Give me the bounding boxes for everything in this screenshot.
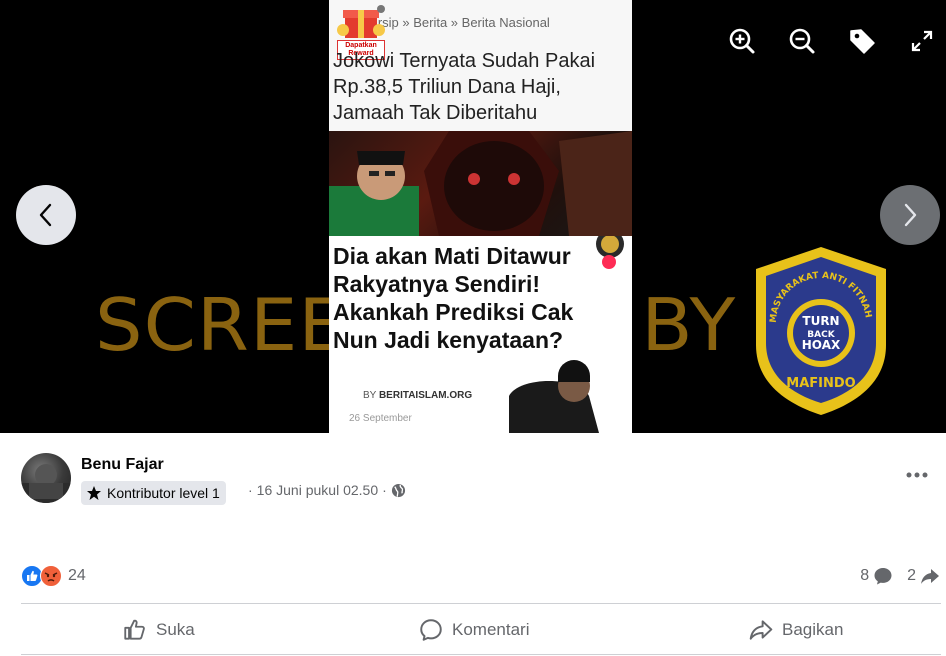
share-icon bbox=[749, 620, 773, 640]
comment-count: 8 bbox=[860, 567, 870, 584]
globe-icon bbox=[391, 483, 405, 497]
meta-separator: · bbox=[248, 482, 253, 498]
post-timestamp[interactable]: 16 Juni pukul 02.50 bbox=[257, 482, 378, 498]
fullscreen-button[interactable] bbox=[906, 25, 938, 57]
meta-separator: · bbox=[382, 482, 387, 498]
fullscreen-icon bbox=[911, 30, 933, 52]
share-arrow-icon bbox=[921, 569, 939, 584]
comment-button[interactable]: Komentari bbox=[418, 613, 529, 647]
star-icon bbox=[87, 486, 101, 500]
zoom-in-button[interactable] bbox=[726, 25, 758, 57]
logo-line-1: TURN bbox=[802, 314, 839, 328]
next-photo-button[interactable] bbox=[880, 185, 940, 245]
comment-bubble-icon bbox=[874, 568, 892, 585]
like-label: Suka bbox=[156, 620, 195, 639]
logo-bottom-text: MAFINDO bbox=[786, 376, 855, 391]
reaction-summary[interactable]: 24 bbox=[21, 565, 86, 587]
previous-photo-button[interactable] bbox=[16, 185, 76, 245]
thumbs-up-icon bbox=[124, 619, 145, 640]
share-label: Bagikan bbox=[782, 620, 844, 639]
divider bbox=[21, 603, 941, 604]
post-meta: · 16 Juni pukul 02.50 · bbox=[248, 482, 406, 498]
comment-icon bbox=[420, 619, 442, 641]
article-photo bbox=[329, 131, 632, 236]
zoom-out-icon bbox=[789, 28, 815, 54]
share-count: 2 bbox=[907, 567, 916, 584]
chevron-right-icon bbox=[904, 203, 917, 227]
more-icon bbox=[906, 472, 928, 478]
divider bbox=[21, 654, 941, 655]
contributor-badge[interactable]: Kontributor level 1 bbox=[81, 481, 226, 505]
article-headline: Jokowi Ternyata Sudah Pakai Rp.38,5 Tril… bbox=[333, 50, 596, 124]
article-overlay-shapes bbox=[509, 236, 624, 433]
zoom-in-icon bbox=[729, 28, 755, 54]
zoom-out-button[interactable] bbox=[786, 25, 818, 57]
tag-photo-button[interactable] bbox=[846, 25, 878, 57]
article-body: Dia akan Mati Ditawur Rakyatnya Sendiri!… bbox=[329, 236, 632, 433]
reaction-count: 24 bbox=[68, 567, 86, 584]
logo-line-3: HOAX bbox=[802, 338, 841, 352]
tag-icon bbox=[850, 29, 875, 54]
author-name[interactable]: Benu Fajar bbox=[81, 456, 164, 474]
post-details: Benu Fajar Kontributor level 1 · 16 Juni… bbox=[0, 433, 946, 656]
article-breadcrumb: ...rsip » Berita » Berita Nasional bbox=[367, 15, 550, 30]
photo-viewer: SCREENSHOT BY MASYARAKAT ANTI FITNAH IND… bbox=[0, 0, 946, 433]
badge-label: Kontributor level 1 bbox=[107, 485, 220, 501]
more-options-button[interactable] bbox=[902, 463, 932, 487]
engagement-counts: 8 2 bbox=[860, 566, 940, 586]
comment-count-link[interactable]: 8 bbox=[860, 566, 893, 586]
chevron-left-icon bbox=[39, 203, 52, 227]
angry-reaction-icon bbox=[40, 565, 62, 587]
share-button[interactable]: Bagikan bbox=[748, 613, 843, 647]
comment-label: Komentari bbox=[452, 620, 530, 639]
avatar[interactable] bbox=[21, 453, 71, 503]
post-photo: ...rsip » Berita » Berita Nasional Dapat… bbox=[329, 0, 632, 433]
article-header: ...rsip » Berita » Berita Nasional Dapat… bbox=[329, 0, 632, 131]
turnbackhoax-logo: MASYARAKAT ANTI FITNAH INDONESIA TURN BA… bbox=[752, 245, 886, 415]
share-count-link[interactable]: 2 bbox=[907, 566, 940, 586]
like-button[interactable]: Suka bbox=[122, 613, 195, 647]
